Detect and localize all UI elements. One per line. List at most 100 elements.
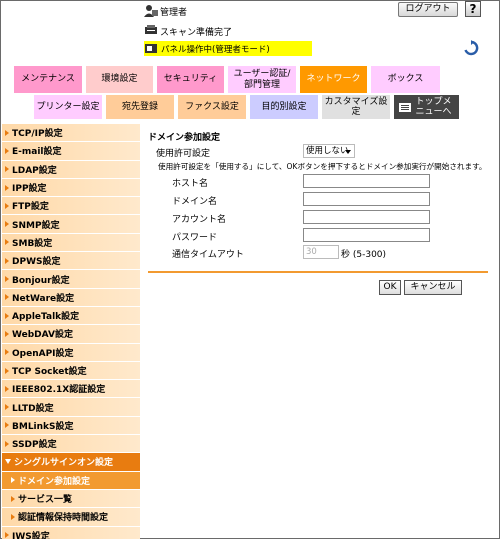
sidebar-item-label: 認証情報保持時間設定 [18, 513, 109, 524]
sidebar-item-label: AppleTalk設定 [12, 312, 80, 323]
sidebar-item-bmlinks[interactable]: BMLinkS設定 [2, 416, 140, 436]
admin-user-icon [144, 5, 158, 17]
sidebar-item-label: OpenAPI設定 [12, 348, 74, 359]
sub-tabs: プリンター設定 宛先登録 ファクス設定 目的別設定 カスタマイズ設定 トップメニ… [34, 95, 459, 119]
timeout-label: 通信タイムアウト [172, 250, 244, 260]
arrow-right-icon [11, 513, 15, 520]
arrow-down-icon [5, 459, 11, 465]
account-input[interactable] [303, 210, 430, 224]
arrow-right-icon [5, 276, 9, 283]
permission-select[interactable]: 使用しない [303, 144, 355, 158]
sidebar-item-auth-retention[interactable]: 認証情報保持時間設定 [2, 508, 140, 527]
sidebar-item-ftp[interactable]: FTP設定 [2, 197, 140, 216]
tab-customize-settings[interactable]: カスタマイズ設定 [322, 95, 390, 119]
tab-label: 宛先登録 [121, 102, 158, 112]
sidebar-item-ipp[interactable]: IPP設定 [2, 178, 140, 198]
sidebar-item-openapi[interactable]: OpenAPI設定 [2, 343, 140, 362]
sidebar-item-domain-join[interactable]: ドメイン参加設定 [2, 471, 140, 490]
sidebar-item-appletalk[interactable]: AppleTalk設定 [2, 306, 140, 326]
sidebar: TCP/IP設定 E-mail設定 LDAP設定 IPP設定 FTP設定 SNM… [2, 124, 140, 539]
timeout-input[interactable]: 30 [303, 245, 339, 259]
arrow-right-icon [5, 129, 9, 136]
host-input[interactable] [303, 174, 430, 188]
password-input[interactable] [303, 228, 430, 242]
tab-purpose-settings[interactable]: 目的別設定 [250, 95, 318, 119]
arrow-right-icon [5, 202, 9, 209]
ok-button[interactable]: OK [379, 280, 401, 295]
tab-label: ユーザー認証/部門管理 [233, 68, 291, 90]
password-label: パスワード [172, 233, 218, 243]
tab-user-auth[interactable]: ユーザー認証/部門管理 [228, 66, 296, 93]
logout-button[interactable]: ログアウト [398, 2, 458, 17]
sidebar-item-snmp[interactable]: SNMP設定 [2, 215, 140, 234]
scan-status: スキャン準備完了 [160, 28, 233, 38]
cancel-button[interactable]: キャンセル [404, 280, 462, 295]
arrow-right-icon [5, 367, 9, 374]
permission-label: 使用許可設定 [156, 149, 211, 159]
menu-icon [398, 102, 411, 112]
arrow-right-icon [5, 312, 9, 319]
tab-label: ボックス [387, 74, 424, 84]
account-label: アカウント名 [172, 215, 227, 225]
arrow-right-icon [5, 221, 9, 228]
arrow-right-icon [5, 184, 9, 191]
sidebar-item-label: LDAP設定 [12, 165, 57, 176]
refresh-icon[interactable] [463, 40, 479, 56]
arrow-right-icon [5, 239, 9, 246]
tab-address-registration[interactable]: 宛先登録 [106, 95, 174, 119]
sidebar-item-service-list[interactable]: サービス一覧 [2, 489, 140, 509]
help-note: 使用許可設定を「使用する」にして、OKボタンを押下するとドメイン参加実行が開始さ… [158, 162, 487, 171]
panel-lock-icon [145, 44, 157, 53]
sidebar-item-single-sign-on[interactable]: シングルサインオン設定 [2, 453, 140, 472]
tab-maintenance[interactable]: メンテナンス [14, 66, 82, 93]
tab-security[interactable]: セキュリティ [157, 66, 224, 93]
tab-environment[interactable]: 環境設定 [86, 66, 153, 93]
arrow-right-icon [5, 257, 9, 264]
sidebar-item-label: IPP設定 [12, 184, 47, 195]
sidebar-item-webdav[interactable]: WebDAV設定 [2, 325, 140, 344]
sidebar-item-label: SMB設定 [12, 238, 53, 249]
sidebar-item-netware[interactable]: NetWare設定 [2, 288, 140, 307]
top-menu-button[interactable]: トップメニューへ [394, 95, 459, 119]
admin-label: 管理者 [160, 8, 188, 18]
permission-select-value: 使用しない [306, 146, 349, 156]
sidebar-item-ldap[interactable]: LDAP設定 [2, 160, 140, 179]
page-title: ドメイン参加設定 [148, 133, 221, 143]
arrow-right-icon [11, 477, 15, 484]
sidebar-item-email[interactable]: E-mail設定 [2, 142, 140, 161]
sidebar-item-dpws[interactable]: DPWS設定 [2, 252, 140, 271]
arrow-right-icon [5, 349, 9, 356]
sidebar-item-label: E-mail設定 [12, 147, 62, 158]
sidebar-item-ssdp[interactable]: SSDP設定 [2, 435, 140, 454]
sidebar-item-smb[interactable]: SMB設定 [2, 233, 140, 253]
tab-network[interactable]: ネットワーク [300, 66, 367, 93]
sidebar-item-label: ドメイン参加設定 [18, 476, 91, 487]
arrow-right-icon [5, 422, 9, 429]
arrow-right-icon [5, 330, 9, 337]
sidebar-item-label: サービス一覧 [18, 495, 73, 506]
sidebar-item-tcp-socket[interactable]: TCP Socket設定 [2, 361, 140, 381]
arrow-right-icon [5, 294, 9, 301]
tab-label: 環境設定 [101, 74, 138, 84]
panel-status-text: パネル操作中(管理者モード) [161, 45, 270, 55]
tab-printer-settings[interactable]: プリンター設定 [34, 95, 102, 119]
domain-input[interactable] [303, 192, 430, 206]
sidebar-item-ieee8021x[interactable]: IEEE802.1X認証設定 [2, 380, 140, 399]
tab-label: トップメニューへ [415, 97, 452, 117]
sidebar-item-label: NetWare設定 [12, 293, 75, 304]
tab-fax-settings[interactable]: ファクス設定 [178, 95, 246, 119]
scanner-icon [145, 25, 157, 34]
tab-label: カスタマイズ設定 [324, 97, 388, 117]
tab-box[interactable]: ボックス [371, 66, 440, 93]
arrow-right-icon [5, 440, 9, 447]
sidebar-item-label: IEEE802.1X認証設定 [12, 385, 106, 396]
sidebar-item-iws[interactable]: IWS設定 [2, 526, 140, 539]
sidebar-item-label: SSDP設定 [12, 440, 57, 451]
sidebar-item-label: LLTD設定 [12, 403, 54, 414]
sidebar-item-lltd[interactable]: LLTD設定 [2, 398, 140, 417]
tab-label: セキュリティ [163, 74, 218, 84]
help-button[interactable]: ? [465, 1, 481, 17]
arrow-right-icon [5, 532, 9, 539]
sidebar-item-tcpip[interactable]: TCP/IP設定 [2, 124, 140, 143]
sidebar-item-bonjour[interactable]: Bonjour設定 [2, 270, 140, 289]
